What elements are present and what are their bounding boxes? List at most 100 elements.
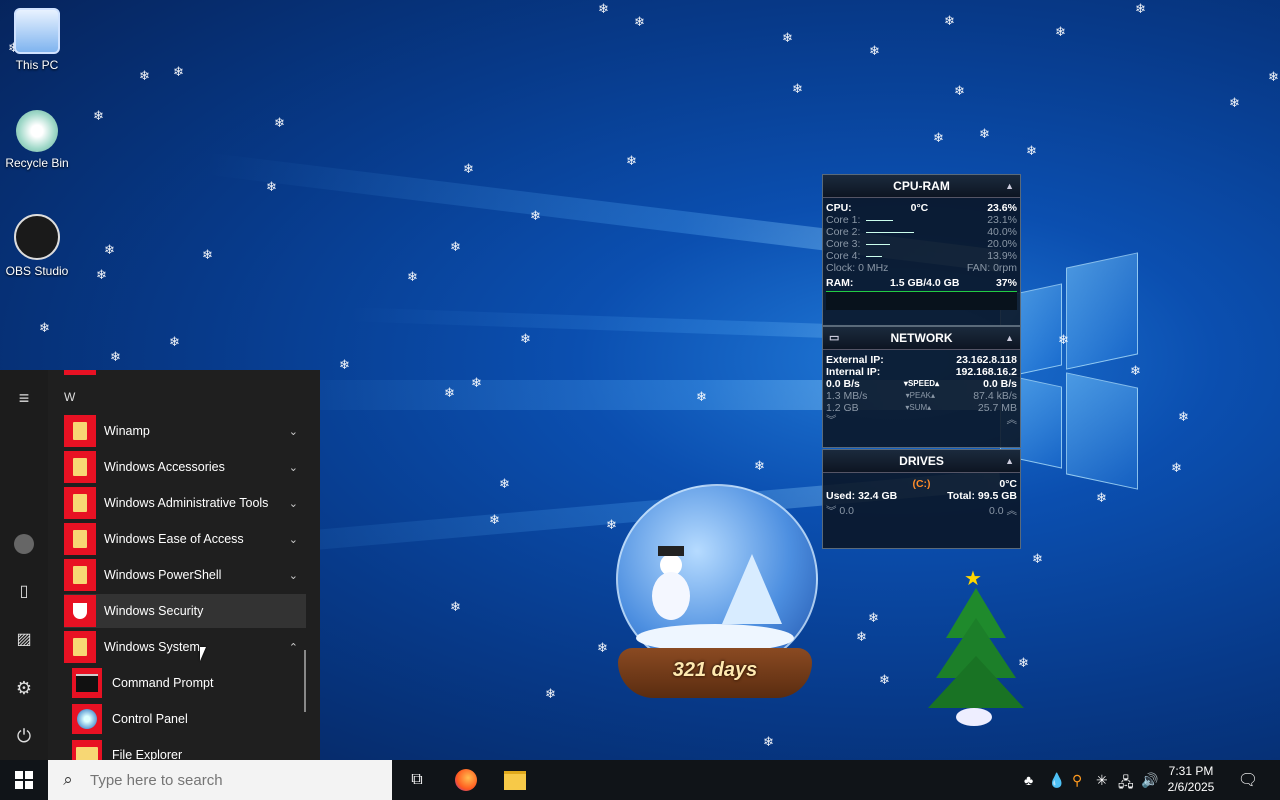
settings-gear-icon[interactable]: ⚙ — [12, 676, 36, 700]
core-row: Core 4: 13.9% — [826, 250, 1017, 262]
upload-icon: ︽ — [1006, 414, 1018, 426]
clock-time: 7:31 PM — [1168, 764, 1214, 778]
cpu-graph — [826, 291, 1017, 310]
external-ip-row: External IP: 23.162.8.118 — [826, 354, 1017, 366]
recycle-bin-icon — [16, 110, 58, 152]
chevron-down-icon: ⌄ — [288, 497, 298, 510]
collapse-icon[interactable]: ▲ — [1005, 450, 1014, 472]
ram-usage: 1.5 GB/4.0 GB — [889, 277, 960, 289]
christmas-tree-gadget[interactable]: ★ — [926, 566, 1026, 730]
external-ip: 23.162.8.118 — [956, 354, 1017, 366]
drives-header[interactable]: DRIVES ▲ — [823, 450, 1020, 473]
cpu-label: CPU: — [826, 202, 852, 214]
desktop-icon-obs-studio[interactable]: OBS Studio — [0, 214, 74, 278]
drives-widget[interactable]: DRIVES ▲ (C:) 0°C Used: 32.4 GB Total: 99… — [822, 449, 1021, 549]
drive-io-row: ︾ 0.0 0.0 ︽ — [826, 505, 1018, 517]
app-windows-powershell[interactable]: Windows PowerShell ⌄ — [64, 558, 306, 592]
obs-icon — [14, 214, 60, 260]
folder-icon — [64, 415, 96, 447]
fan-speed: FAN: 0rpm — [966, 262, 1017, 274]
firefox-icon — [455, 769, 477, 791]
cpu-ram-widget[interactable]: CPU-RAM ▲ CPU: 0°C 23.6% Core 1: 23.1% Co… — [822, 174, 1021, 326]
ram-row: RAM: 1.5 GB/4.0 GB 37% — [823, 277, 1020, 289]
drive-letter: (C:) — [912, 478, 931, 490]
snowflake-tray-icon[interactable]: ✳ — [1096, 772, 1108, 789]
chevron-down-icon: ⌄ — [288, 461, 298, 474]
write-icon: ︽ — [1006, 505, 1018, 517]
app-windows-ease-of-access[interactable]: Windows Ease of Access ⌄ — [64, 522, 306, 556]
control-panel-icon — [72, 704, 102, 734]
desktop-icon-this-pc[interactable]: This PC — [0, 8, 74, 72]
network-icon[interactable]: 🖧 — [1118, 772, 1134, 796]
peak-row: 1.3 MB/s ▾PEAK▴ 87.4 kB/s — [826, 390, 1017, 402]
download-icon: ︾ — [826, 414, 837, 426]
network-title: NETWORK — [890, 331, 953, 345]
desktop-icon-label: This PC — [15, 58, 59, 72]
internal-ip-row: Internal IP: 192.168.16.2 — [826, 366, 1017, 378]
network-header[interactable]: ▭ NETWORK ▲ — [823, 327, 1020, 350]
start-button[interactable] — [0, 760, 48, 800]
folder-icon — [504, 770, 526, 790]
desktop-icon-label: OBS Studio — [5, 264, 69, 278]
previous-app-tile-edge — [64, 370, 96, 375]
volume-icon[interactable]: 🔊 — [1141, 772, 1158, 789]
file-explorer-taskbar-button[interactable] — [497, 760, 533, 800]
core-row: Core 1: 23.1% — [826, 214, 1017, 226]
notification-icon: 🗨 — [1237, 772, 1259, 789]
internal-ip: 192.168.16.2 — [955, 366, 1017, 378]
taskbar-search-box[interactable]: ⌕ — [48, 760, 392, 800]
speed-row: 0.0 B/s ▾SPEED▴ 0.0 B/s — [826, 378, 1017, 390]
collapse-icon[interactable]: ▲ — [1005, 327, 1014, 349]
task-view-button[interactable]: ⧉ — [400, 760, 434, 800]
app-control-panel[interactable]: Control Panel — [72, 702, 306, 736]
file-explorer-icon — [72, 740, 102, 760]
drive-used: Used: 32.4 GB — [826, 490, 898, 502]
tree-figure — [722, 554, 782, 624]
app-windows-security[interactable]: Windows Security — [64, 594, 306, 628]
gadgets-tray-icon[interactable]: ♣ — [1024, 772, 1033, 788]
folder-icon — [64, 451, 96, 483]
search-input[interactable] — [88, 770, 372, 790]
desktop-icon-recycle-bin[interactable]: Recycle Bin — [0, 110, 74, 170]
cpu-temp: 0°C — [910, 202, 929, 214]
chevron-down-icon: ⌄ — [288, 533, 298, 546]
power-icon[interactable]: ⏻ — [12, 724, 36, 748]
network-widget[interactable]: ▭ NETWORK ▲ External IP: 23.162.8.118 Int… — [822, 326, 1021, 448]
drive-usage-row: Used: 32.4 GB Total: 99.5 GB — [823, 490, 1020, 502]
app-command-prompt[interactable]: Command Prompt — [72, 666, 306, 700]
app-windows-system[interactable]: Windows System ⌃ — [64, 630, 306, 664]
ram-label: RAM: — [826, 277, 854, 289]
drive-row: (C:) 0°C — [823, 478, 1020, 490]
droplet-tray-icon[interactable]: 💧 — [1048, 772, 1065, 789]
app-windows-administrative-tools[interactable]: Windows Administrative Tools ⌄ — [64, 486, 306, 520]
user-avatar-icon[interactable] — [12, 532, 36, 556]
ram-percent: 37% — [995, 277, 1017, 289]
app-list-scrollbar[interactable] — [304, 650, 306, 712]
snow-globe-gadget[interactable]: 321 days — [612, 484, 818, 702]
collapse-icon[interactable]: ▲ — [1005, 175, 1014, 197]
cpu-percent: 23.6% — [987, 202, 1017, 214]
app-winamp[interactable]: Winamp ⌄ — [64, 414, 306, 448]
pictures-icon[interactable]: ▨ — [12, 628, 36, 652]
days-counter: 321 days — [672, 659, 758, 681]
firefox-taskbar-button[interactable] — [449, 760, 483, 800]
read-icon: ︾ — [826, 505, 837, 517]
start-menu-rail: ≡ ▯ ▨ ⚙ ⏻ — [0, 370, 48, 760]
cpu-ram-header[interactable]: CPU-RAM ▲ — [823, 175, 1020, 198]
sum-row: 1.2 GB ▾SUM▴ 25.7 MB — [826, 402, 1017, 414]
app-list: W Winamp ⌄ Windows Accessories ⌄ Windows A… — [56, 370, 310, 760]
monitor-icon: ▭ — [829, 332, 840, 344]
hamburger-menu-icon[interactable]: ≡ — [12, 386, 36, 410]
app-file-explorer[interactable]: File Explorer — [72, 738, 306, 760]
command-prompt-icon — [72, 668, 102, 698]
documents-icon[interactable]: ▯ — [12, 580, 36, 604]
taskbar-clock[interactable]: 7:31 PM 2/6/2025 — [1160, 763, 1222, 795]
shield-icon — [64, 595, 96, 627]
app-windows-accessories[interactable]: Windows Accessories ⌄ — [64, 450, 306, 484]
clock-fan-row: Clock: 0 MHz FAN: 0rpm — [823, 262, 1020, 274]
action-center-button[interactable]: 🗨 — [1230, 760, 1266, 800]
search-tray-icon[interactable]: ⚲ — [1072, 772, 1082, 789]
computer-icon — [14, 8, 60, 54]
letter-header[interactable]: W — [64, 390, 75, 404]
core-row: Core 2: 40.0% — [826, 226, 1017, 238]
